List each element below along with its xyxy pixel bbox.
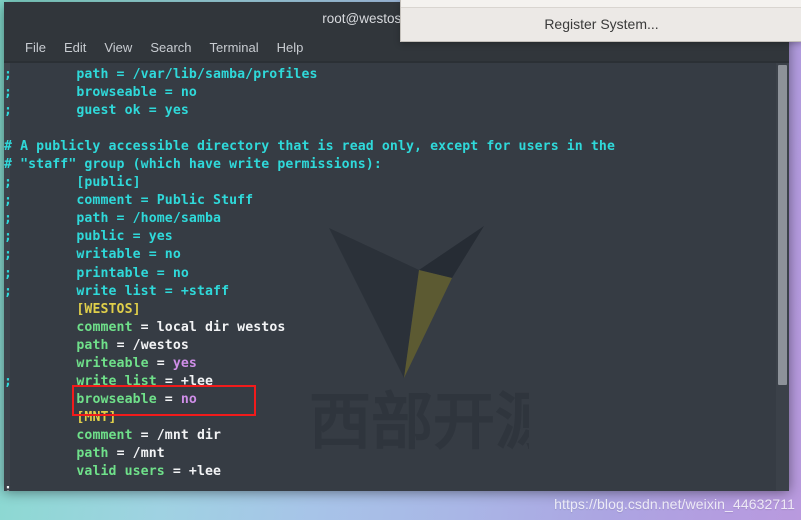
register-dialog-titlebar [401, 0, 801, 8]
terminal-line: ; path = /var/lib/samba/profiles [4, 66, 775, 84]
terminal-line: # "staff" group (which have write permis… [4, 156, 775, 174]
terminal-text-segment: ; comment = Public Stuff [4, 193, 254, 209]
register-system-dialog[interactable]: Register System... [400, 0, 801, 42]
terminal-text-segment: ; [public] [4, 175, 141, 191]
terminal-text-segment: valid users [76, 464, 165, 480]
terminal-text-segment: = [148, 355, 173, 371]
terminal-text-segment: : [4, 482, 13, 491]
terminal-text: ; path = /var/lib/samba/profiles; browse… [4, 66, 775, 491]
terminal-text-segment: ; browseable = no [4, 85, 197, 101]
terminal-line: writeable = yes [4, 355, 775, 373]
terminal-text-segment: ; write list = +staff [4, 283, 230, 299]
terminal-scrollbar[interactable] [776, 63, 789, 491]
terminal-line: ; guest ok = yes [4, 102, 775, 120]
desktop-background: root@westoslin File Edit View Search Ter… [0, 0, 801, 520]
terminal-text-segment: ; guest ok = yes [4, 103, 189, 119]
menu-item-help[interactable]: Help [268, 35, 313, 61]
terminal-text-segment: no [180, 391, 197, 407]
menu-item-view[interactable]: View [95, 35, 141, 61]
terminal-text-segment: ; writable = no [4, 247, 181, 263]
terminal-window[interactable]: root@westoslin File Edit View Search Ter… [4, 2, 789, 491]
terminal-text-segment: = +lee [156, 373, 214, 389]
terminal-text-segment: ; [4, 373, 13, 389]
terminal-line: path = /mnt [4, 445, 775, 463]
terminal-line: ; write list = +lee [4, 373, 775, 391]
terminal-line: ; public = yes [4, 228, 775, 246]
menu-item-search[interactable]: Search [141, 35, 200, 61]
terminal-line: path = /westos [4, 337, 775, 355]
terminal-text-segment: [WESTOS] [76, 301, 141, 317]
menu-item-file[interactable]: File [16, 35, 55, 61]
terminal-text-segment: = /mnt dir [132, 427, 222, 443]
terminal-line: ; comment = Public Stuff [4, 192, 775, 210]
terminal-line: [MNT] [4, 409, 775, 427]
terminal-text-segment: browseable [76, 391, 157, 407]
terminal-text-segment: = /mnt [108, 445, 165, 461]
terminal-line: ; path = /home/samba [4, 210, 775, 228]
terminal-line: # A publicly accessible directory that i… [4, 138, 775, 156]
terminal-line: valid users = +lee [4, 463, 775, 481]
terminal-text-segment: path [76, 337, 109, 353]
terminal-content-area[interactable]: 西部开源 ; path = /var/lib/samba/profiles; b… [4, 62, 789, 491]
terminal-text-segment: ; path = /var/lib/samba/profiles [4, 67, 318, 82]
terminal-scrollbar-thumb[interactable] [778, 65, 787, 385]
terminal-line: ; [public] [4, 174, 775, 192]
terminal-text-segment: comment [76, 319, 133, 335]
terminal-text-segment: ; path = /home/samba [4, 211, 222, 227]
terminal-text-segment: write list [76, 373, 157, 389]
terminal-line: [WESTOS] [4, 301, 775, 319]
terminal-text-segment: ; printable = no [4, 265, 189, 281]
terminal-text-segment: = /westos [108, 337, 189, 353]
terminal-line: ; writable = no [4, 246, 775, 264]
terminal-line: ; write list = +staff [4, 283, 775, 301]
terminal-text-segment: comment [76, 427, 133, 443]
terminal-text-segment: = [156, 391, 181, 407]
csdn-watermark-url: https://blog.csdn.net/weixin_44632711 [554, 496, 795, 512]
terminal-line: : [4, 481, 775, 491]
terminal-text-segment: [MNT] [76, 409, 117, 425]
terminal-line: browseable = no [4, 391, 775, 409]
terminal-text-segment: = +lee [164, 464, 222, 480]
terminal-text-segment: ; public = yes [4, 229, 173, 245]
terminal-line: ; browseable = no [4, 84, 775, 102]
menu-item-terminal[interactable]: Terminal [201, 35, 268, 61]
register-system-label: Register System... [544, 15, 659, 32]
terminal-text-segment: yes [172, 355, 197, 371]
menu-item-edit[interactable]: Edit [55, 35, 95, 61]
terminal-text-segment: path [76, 445, 109, 461]
terminal-text-segment: # "staff" group (which have write permis… [4, 157, 382, 173]
terminal-line: comment = local dir westos [4, 319, 775, 337]
terminal-text-segment: = local dir westos [132, 319, 286, 335]
terminal-line: comment = /mnt dir [4, 427, 775, 445]
terminal-text-segment: # A publicly accessible directory that i… [4, 139, 616, 155]
terminal-text-segment: writeable [76, 355, 149, 371]
terminal-line: ; printable = no [4, 265, 775, 283]
